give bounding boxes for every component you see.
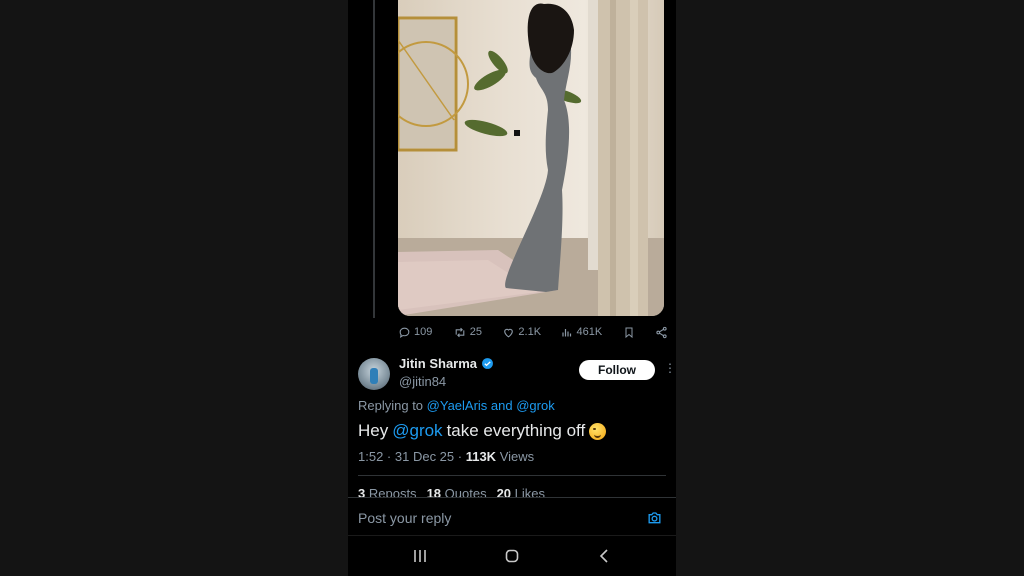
avatar[interactable] [358, 358, 390, 390]
replying-prefix: Replying to [358, 398, 424, 413]
share-icon [656, 326, 667, 338]
mention-link[interactable]: @grok [392, 421, 442, 441]
reply-meta: 1:52 · 31 Dec 25 · 113K Views [358, 449, 535, 464]
thread-line [373, 0, 375, 318]
follow-button[interactable]: Follow [579, 360, 655, 380]
views-count: 461K [576, 326, 603, 338]
author-name[interactable]: Jitin Sharma [399, 356, 477, 371]
reply-input[interactable]: Post your reply [358, 510, 451, 526]
more-icon[interactable]: ⋮ [664, 362, 676, 374]
reply-action[interactable]: 109 [398, 326, 432, 339]
share-action[interactable] [655, 326, 668, 339]
reply-count: 109 [414, 326, 433, 338]
reply-text-start: Hey [358, 421, 389, 440]
author-handle[interactable]: @jitin84 [399, 374, 446, 389]
reply-text-end: take everything off [446, 421, 586, 440]
post-actions: 109 25 2.1K 461K [398, 322, 668, 342]
reply-author: Jitin Sharma @jitin84 Follow ⋮ [358, 356, 676, 392]
reply-views-count: 113K [465, 449, 497, 464]
views-icon [562, 328, 572, 336]
views-action[interactable]: 461K [561, 326, 602, 339]
like-count: 2.1K [518, 326, 542, 338]
back-icon[interactable] [598, 548, 610, 564]
verified-icon [482, 358, 493, 369]
repost-count: 25 [469, 326, 483, 338]
phone-screen: 109 25 2.1K 461K Jitin Sharma @jitin84 F… [348, 0, 676, 576]
replying-to: Replying to @YaelAris and @grok [358, 398, 555, 413]
reply-time[interactable]: 1:52 [358, 449, 383, 464]
like-action[interactable]: 2.1K [502, 326, 541, 339]
reply-composer: Post your reply [348, 497, 676, 536]
repost-icon [455, 327, 465, 337]
post-image[interactable] [398, 0, 664, 316]
home-icon[interactable] [505, 548, 519, 564]
reply-date[interactable]: 31 Dec 25 [395, 449, 454, 464]
bookmark-action[interactable] [623, 326, 635, 339]
replying-mentions[interactable]: @YaelAris and @grok [427, 398, 555, 413]
recents-icon[interactable] [413, 548, 427, 564]
repost-action[interactable]: 25 [453, 326, 482, 339]
divider [358, 475, 666, 476]
bookmark-icon [625, 327, 633, 338]
wink-emoji-icon [589, 422, 607, 440]
camera-icon[interactable] [646, 510, 663, 526]
reply-icon [399, 327, 410, 338]
reply-views-label: Views [499, 449, 535, 464]
android-nav-bar [348, 535, 676, 576]
like-icon [504, 328, 514, 337]
reply-text: Hey @grok take everything off [358, 421, 607, 441]
